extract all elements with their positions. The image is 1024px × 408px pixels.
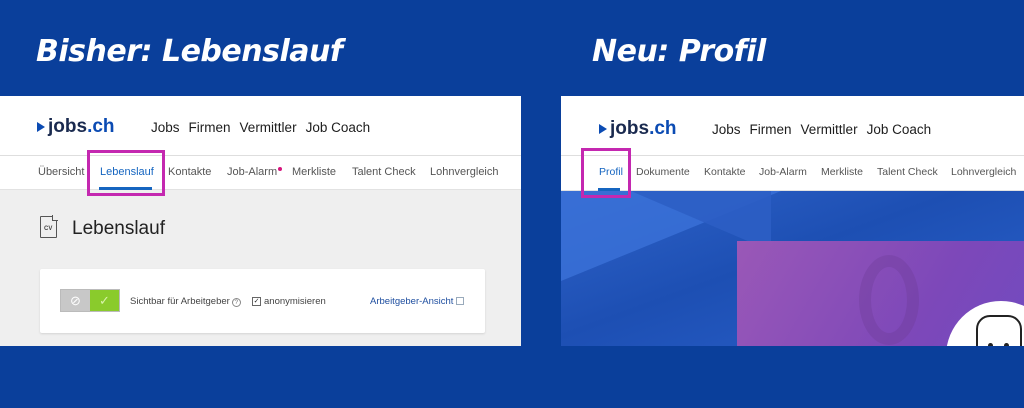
main-nav: Jobs Firmen Vermittler Job Coach — [151, 120, 370, 135]
cv-document-icon: CV — [40, 215, 58, 238]
cv-icon-fold — [52, 215, 58, 221]
nav-firmen[interactable]: Firmen — [189, 120, 231, 135]
old-ui-panel: jobs .ch Jobs Firmen Vermittler Job Coach… — [0, 96, 521, 346]
visibility-label-text: Sichtbar für Arbeitgeber — [130, 296, 230, 307]
prohibited-icon: ⊘ — [61, 290, 90, 311]
jobs-ch-logo-new[interactable]: jobs .ch — [599, 118, 677, 140]
tab-talent-check-new[interactable]: Talent Check — [877, 166, 938, 178]
nav-job-coach-new[interactable]: Job Coach — [867, 122, 932, 137]
top-navigation: jobs .ch Jobs Firmen Vermittler Job Coach — [0, 96, 521, 156]
highlight-box-old — [87, 150, 165, 196]
jobs-ch-logo[interactable]: jobs .ch — [37, 116, 115, 138]
avatar-eye-right — [1004, 343, 1009, 346]
logo-arrow-icon-new — [599, 124, 607, 134]
nav-firmen-new[interactable]: Firmen — [750, 122, 792, 137]
logo-text-new: jobs — [610, 118, 650, 139]
visibility-card: ⊘ ✓ Sichtbar für Arbeitgeber? ✓ anonymis… — [40, 269, 485, 333]
tab-merkliste[interactable]: Merkliste — [292, 166, 336, 178]
logo-tld: .ch — [87, 116, 115, 137]
tab-kontakte[interactable]: Kontakte — [168, 166, 211, 178]
tab-job-alarm-label: Job-Alarm — [227, 166, 278, 178]
tab-talent-check[interactable]: Talent Check — [352, 166, 416, 178]
highlight-box-new — [581, 148, 631, 198]
employer-view-link[interactable]: Arbeitgeber-Ansicht — [370, 296, 465, 307]
tab-dokumente[interactable]: Dokumente — [636, 166, 690, 178]
employer-view-link-text: Arbeitgeber-Ansicht — [370, 296, 454, 307]
tab-kontakte-new[interactable]: Kontakte — [704, 166, 745, 178]
heading-old: Bisher: Lebenslauf — [36, 34, 343, 69]
tab-merkliste-new[interactable]: Merkliste — [821, 166, 863, 178]
tab-job-alarm[interactable]: Job-Alarm — [227, 166, 283, 178]
nav-jobs-new[interactable]: Jobs — [712, 122, 741, 137]
new-ui-panel: jobs .ch Jobs Firmen Vermittler Job Coach… — [561, 96, 1024, 346]
tab-uebersicht[interactable]: Übersicht — [38, 166, 84, 178]
avatar-illustration-icon — [976, 315, 1022, 346]
main-nav-new: Jobs Firmen Vermittler Job Coach — [712, 122, 931, 137]
logo-tld-new: .ch — [649, 118, 677, 139]
page-title: Lebenslauf — [72, 218, 165, 239]
checkmark-icon: ✓ — [90, 290, 119, 311]
sub-navigation: Übersicht Lebenslauf Kontakte Job-Alarm … — [0, 156, 521, 190]
notification-dot — [278, 167, 283, 171]
logo-arrow-icon — [37, 122, 45, 132]
anonymize-label: anonymisieren — [264, 296, 326, 307]
visibility-toggle[interactable]: ⊘ ✓ — [60, 289, 120, 312]
tab-job-alarm-new[interactable]: Job-Alarm — [759, 166, 807, 178]
profile-hero-banner — [561, 191, 1024, 346]
cv-icon-label: CV — [44, 226, 53, 232]
help-icon[interactable]: ? — [231, 298, 241, 307]
logo-text: jobs — [48, 116, 88, 137]
hero-decor-shape — [859, 255, 919, 345]
avatar-eye-left — [988, 343, 993, 346]
anonymize-checkbox[interactable]: ✓ — [252, 297, 261, 306]
nav-jobs[interactable]: Jobs — [151, 120, 180, 135]
top-navigation-new: jobs .ch Jobs Firmen Vermittler Job Coach — [561, 96, 1024, 156]
nav-vermittler[interactable]: Vermittler — [240, 120, 297, 135]
heading-new: Neu: Profil — [592, 34, 766, 69]
tab-lohnvergleich[interactable]: Lohnvergleich — [430, 166, 499, 178]
visibility-label: Sichtbar für Arbeitgeber? — [130, 296, 241, 307]
external-link-icon — [456, 297, 465, 305]
nav-vermittler-new[interactable]: Vermittler — [801, 122, 858, 137]
tab-lohnvergleich-new[interactable]: Lohnvergleich — [951, 166, 1016, 178]
nav-job-coach[interactable]: Job Coach — [306, 120, 371, 135]
